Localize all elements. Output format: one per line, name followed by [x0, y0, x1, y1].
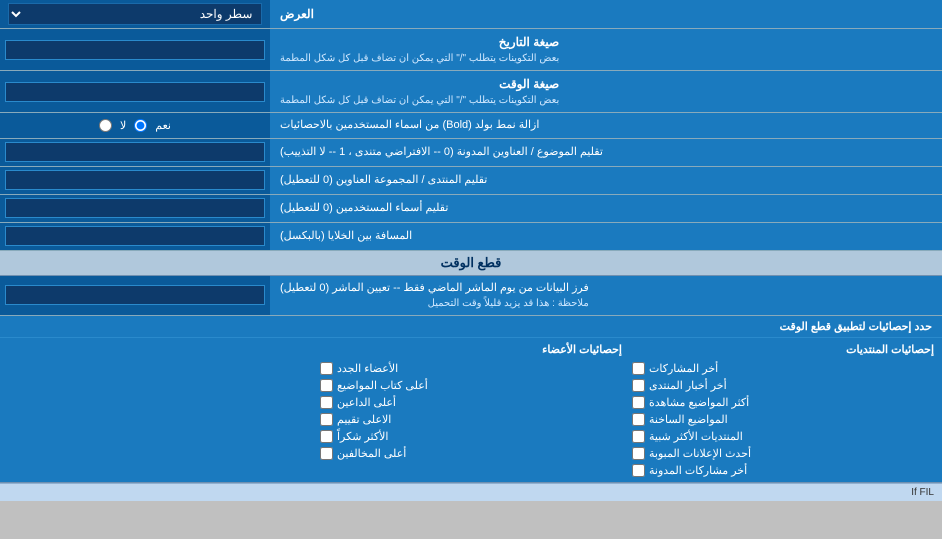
radio-yes-label: نعم [155, 119, 171, 132]
footer: If FIL [0, 483, 942, 501]
cb-member-6: أعلى المخالفين [320, 447, 622, 460]
time-format-row: صيغة الوقت بعض التكوينات يتطلب "/" التي … [0, 71, 942, 113]
username-sort-label: تقليم أسماء المستخدمين (0 للتعطيل) [270, 195, 942, 222]
checkbox-forum-4[interactable] [632, 413, 645, 426]
checkbox-member-1[interactable] [320, 362, 333, 375]
bold-remove-radio-group: نعم لا [99, 119, 171, 132]
forum-sort-input-cell: 33 [0, 167, 270, 194]
checkbox-member-3[interactable] [320, 396, 333, 409]
checkbox-forum-7[interactable] [632, 464, 645, 477]
footer-text: If FIL [911, 487, 934, 498]
checkbox-forum-1[interactable] [632, 362, 645, 375]
radio-yes[interactable] [134, 119, 147, 132]
date-format-row: صيغة التاريخ بعض التكوينات يتطلب "/" الت… [0, 29, 942, 71]
entry-spacing-label: المسافة بين الخلايا (بالبكسل) [270, 223, 942, 250]
time-format-input[interactable]: H:i [5, 82, 265, 102]
cb-forum-6: أحدث الإعلانات المبوبة [632, 447, 934, 460]
checkboxes-container: إحصائيات المنتديات أخر المشاركات أخر أخب… [0, 338, 942, 482]
date-format-label: صيغة التاريخ بعض التكوينات يتطلب "/" الت… [270, 29, 942, 70]
checkbox-forum-6[interactable] [632, 447, 645, 460]
cb-forum-3: أكثر المواضيع مشاهدة [632, 396, 934, 409]
member-stats-title: إحصائيات الأعضاء [320, 343, 622, 356]
display-select[interactable]: سطر واحد [8, 3, 263, 25]
forum-stats-col: إحصائيات المنتديات أخر المشاركات أخر أخب… [632, 343, 934, 477]
bold-remove-label: ازالة نمط بولد (Bold) من اسماء المستخدمي… [270, 113, 942, 138]
cutoff-label: فرز البيانات من يوم الماشر الماضي فقط --… [270, 276, 942, 316]
cutoff-row: فرز البيانات من يوم الماشر الماضي فقط --… [0, 276, 942, 317]
entry-spacing-row: المسافة بين الخلايا (بالبكسل) 2 [0, 223, 942, 251]
cb-member-1: الأعضاء الجدد [320, 362, 622, 375]
topic-sort-input-cell: 33 [0, 139, 270, 166]
forum-stats-title: إحصائيات المنتديات [632, 343, 934, 356]
cb-forum-5: المنتديات الأكثر شبية [632, 430, 934, 443]
topic-sort-label: تقليم الموضوع / العناوين المدونة (0 -- ا… [270, 139, 942, 166]
cb-member-5: الأكثر شكراً [320, 430, 622, 443]
spacer-col [8, 343, 310, 477]
cutoff-section-header: قطع الوقت [0, 251, 942, 276]
checkbox-forum-5[interactable] [632, 430, 645, 443]
checkbox-forum-3[interactable] [632, 396, 645, 409]
entry-spacing-input[interactable]: 2 [5, 226, 265, 246]
member-stats-col: إحصائيات الأعضاء الأعضاء الجدد أعلى كتاب… [320, 343, 622, 477]
cb-forum-1: أخر المشاركات [632, 362, 934, 375]
date-format-input-cell: d-m [0, 29, 270, 70]
bold-remove-row: ازالة نمط بولد (Bold) من اسماء المستخدمي… [0, 113, 942, 139]
cb-forum-7: أخر مشاركات المدونة [632, 464, 934, 477]
forum-sort-label: تقليم المنتدى / المجموعة العناوين (0 للت… [270, 167, 942, 194]
cb-member-3: أعلى الداعين [320, 396, 622, 409]
date-format-input[interactable]: d-m [5, 40, 265, 60]
display-label: العرض [270, 0, 942, 28]
topic-sort-input[interactable]: 33 [5, 142, 265, 162]
cb-forum-4: المواضيع الساخنة [632, 413, 934, 426]
stats-apply-label: حدد إحصائيات لتطبيق قطع الوقت [0, 317, 942, 336]
checkbox-member-6[interactable] [320, 447, 333, 460]
time-format-label: صيغة الوقت بعض التكوينات يتطلب "/" التي … [270, 71, 942, 112]
display-input-cell: سطر واحد [0, 0, 270, 28]
forum-sort-row: تقليم المنتدى / المجموعة العناوين (0 للت… [0, 167, 942, 195]
checkbox-member-4[interactable] [320, 413, 333, 426]
entry-spacing-input-cell: 2 [0, 223, 270, 250]
time-format-input-cell: H:i [0, 71, 270, 112]
checkbox-member-5[interactable] [320, 430, 333, 443]
username-sort-input[interactable]: 0 [5, 198, 265, 218]
cutoff-input-cell: 0 [0, 276, 270, 316]
username-sort-input-cell: 0 [0, 195, 270, 222]
topic-sort-row: تقليم الموضوع / العناوين المدونة (0 -- ا… [0, 139, 942, 167]
cb-member-2: أعلى كتاب المواضيع [320, 379, 622, 392]
radio-no[interactable] [99, 119, 112, 132]
radio-no-label: لا [120, 119, 126, 132]
cutoff-input[interactable]: 0 [5, 285, 265, 305]
cb-member-4: الاعلى تقييم [320, 413, 622, 426]
checkbox-member-2[interactable] [320, 379, 333, 392]
forum-sort-input[interactable]: 33 [5, 170, 265, 190]
username-sort-row: تقليم أسماء المستخدمين (0 للتعطيل) 0 [0, 195, 942, 223]
checkbox-forum-2[interactable] [632, 379, 645, 392]
cb-forum-2: أخر أخبار المنتدى [632, 379, 934, 392]
bold-remove-input-cell: نعم لا [0, 113, 270, 138]
